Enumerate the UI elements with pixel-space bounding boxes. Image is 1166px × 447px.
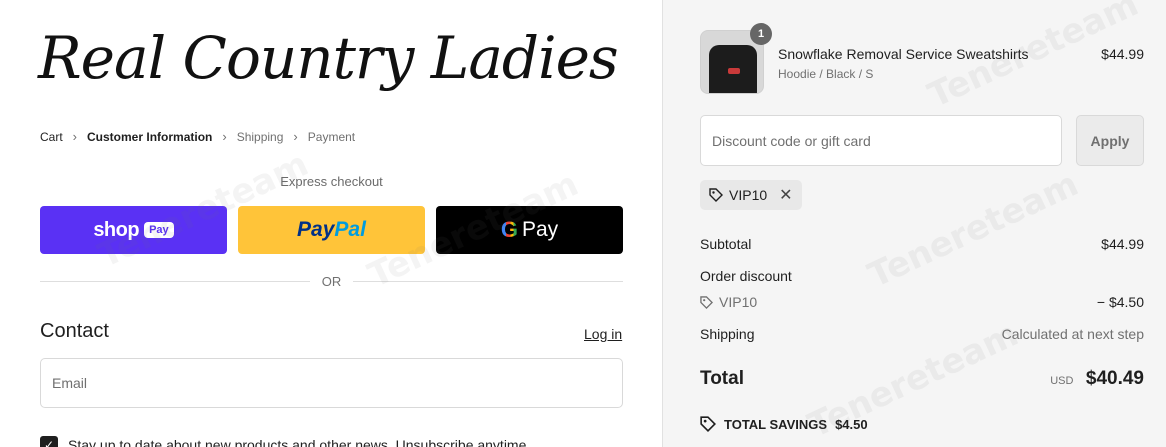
breadcrumb: Cart › Customer Information › Shipping ›…	[40, 129, 355, 144]
subtotal-label: Subtotal	[700, 236, 752, 252]
order-discount-row: Order discount	[700, 268, 1144, 284]
chevron-right-icon: ›	[293, 129, 298, 144]
divider-line	[40, 281, 310, 282]
tag-icon	[700, 295, 713, 309]
breadcrumb-payment: Payment	[307, 129, 356, 144]
product-name: Snowflake Removal Service Sweatshirts	[778, 46, 1029, 62]
newsletter-option[interactable]: ✓ Stay up to date about new products and…	[40, 436, 530, 447]
shop-pay-button[interactable]: shop Pay	[40, 206, 227, 254]
login-link[interactable]: Log in	[584, 326, 622, 342]
order-discount-detail-row: VIP10 − $4.50	[700, 294, 1144, 310]
total-savings: TOTAL SAVINGS $4.50	[700, 416, 868, 432]
divider-line	[353, 281, 623, 282]
subtotal-value: $44.99	[1101, 236, 1144, 252]
applied-discount-code: VIP10	[729, 187, 768, 203]
shop-pay-logo: shop	[93, 218, 140, 241]
product-price: $44.99	[1101, 46, 1144, 62]
breadcrumb-customer-information: Customer Information	[87, 129, 213, 144]
currency-code: USD	[1050, 375, 1074, 387]
tag-icon	[709, 188, 723, 202]
shipping-value: Calculated at next step	[1001, 326, 1144, 342]
paypal-logo-pay: Pay	[297, 218, 335, 241]
or-label: OR	[321, 274, 342, 289]
or-divider: OR	[40, 274, 623, 289]
shipping-row: Shipping Calculated at next step	[700, 326, 1144, 342]
discount-code-input[interactable]	[700, 115, 1062, 166]
shipping-label: Shipping	[700, 326, 755, 342]
breadcrumb-cart[interactable]: Cart	[40, 130, 63, 144]
breadcrumb-shipping: Shipping	[236, 129, 284, 144]
paypal-logo-pal: Pal	[334, 218, 366, 241]
google-pay-label: Pay	[521, 218, 559, 241]
total-label: Total	[700, 368, 744, 389]
google-g-icon: G	[500, 217, 518, 242]
total-row: Total USD $40.49	[700, 368, 1144, 390]
google-pay-button[interactable]: G Pay	[436, 206, 623, 254]
quantity-badge: 1	[750, 23, 772, 45]
order-discount-label: Order discount	[700, 268, 792, 284]
newsletter-checkbox[interactable]: ✓	[40, 436, 58, 447]
newsletter-label: Stay up to date about new products and o…	[68, 437, 531, 447]
apply-discount-button[interactable]: Apply	[1076, 115, 1144, 166]
store-logo[interactable]: Real Country Ladies	[38, 24, 619, 92]
chevron-right-icon: ›	[222, 129, 227, 144]
paypal-button[interactable]: Pay Pal	[238, 206, 425, 254]
tag-icon	[700, 416, 716, 432]
contact-heading: Contact	[40, 320, 109, 342]
shop-pay-pill: Pay	[144, 222, 174, 238]
chevron-right-icon: ›	[72, 129, 78, 144]
applied-discount-chip: VIP10 ✕	[700, 180, 802, 210]
order-discount-code-text: VIP10	[719, 294, 758, 310]
total-savings-label: TOTAL SAVINGS	[724, 416, 828, 432]
remove-discount-icon[interactable]: ✕	[779, 185, 792, 205]
sweatshirt-print	[728, 68, 740, 74]
checkout-form-panel: Real Country Ladies Cart › Customer Info…	[0, 0, 662, 447]
product-variant: Hoodie / Black / S	[778, 67, 874, 81]
order-discount-value: − $4.50	[1096, 294, 1144, 310]
email-field[interactable]	[40, 358, 623, 408]
total-savings-value: $4.50	[835, 416, 868, 432]
express-checkout-title: Express checkout	[280, 174, 383, 189]
order-discount-code: VIP10	[700, 294, 757, 310]
total-value: $40.49	[1085, 368, 1144, 389]
subtotal-row: Subtotal $44.99	[700, 236, 1144, 252]
